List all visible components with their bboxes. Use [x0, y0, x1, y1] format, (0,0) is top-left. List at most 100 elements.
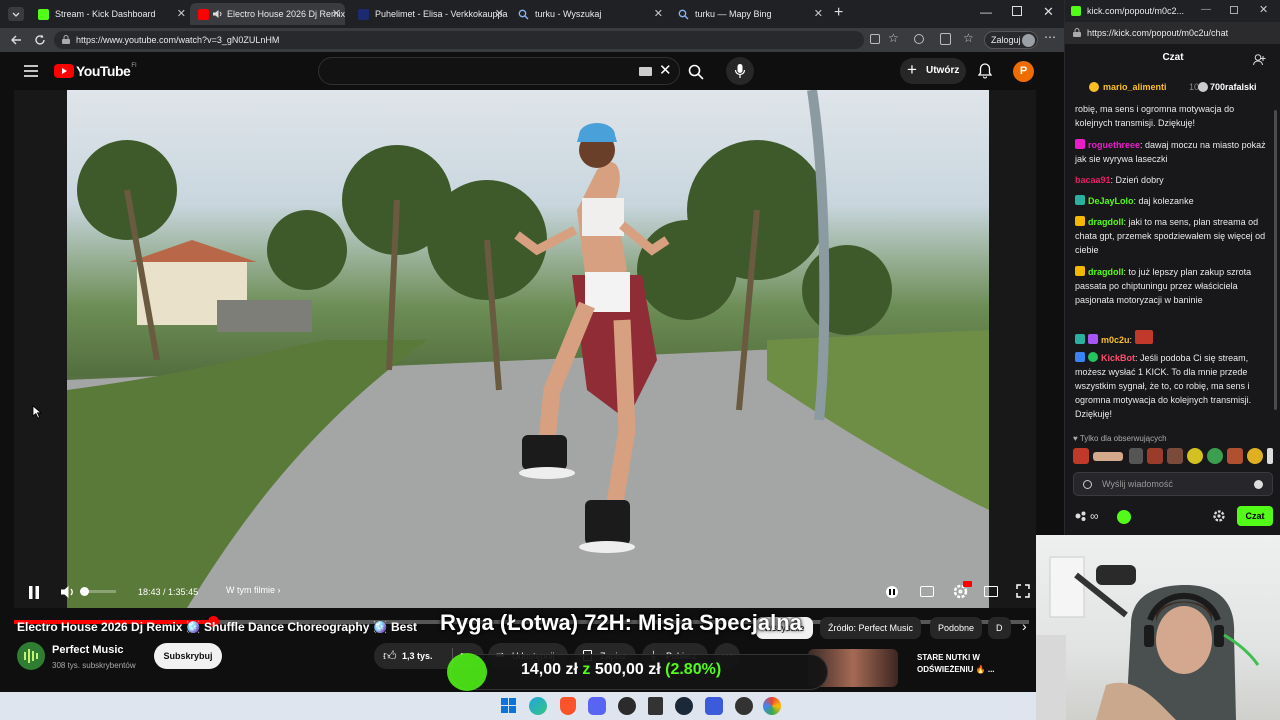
users-icon[interactable] — [1253, 54, 1266, 66]
thumbs-up-icon[interactable]: 👍︎ — [383, 648, 397, 664]
miniplayer-icon[interactable] — [984, 586, 998, 597]
windows-taskbar — [0, 692, 1036, 720]
epic-games-icon[interactable] — [648, 697, 663, 715]
points-icon[interactable] — [1075, 511, 1087, 521]
chat-username[interactable]: dragdoll — [1088, 267, 1124, 277]
window-close-icon[interactable]: ✕ — [1043, 4, 1054, 20]
chevron-right-icon[interactable]: › — [1022, 618, 1027, 634]
tab-elisa[interactable]: Puhelimet - Elisa - Verkkokauppa ✕ — [350, 3, 508, 25]
channel-name[interactable]: Perfect Music — [52, 644, 124, 656]
youtube-logo[interactable]: YouTube FI — [54, 63, 137, 79]
discord-icon[interactable] — [588, 697, 606, 715]
maximize-icon[interactable] — [1012, 6, 1022, 16]
chat-settings-icon[interactable] — [1083, 480, 1092, 489]
tab-kick-dashboard[interactable]: Stream - Kick Dashboard ✕ — [30, 3, 190, 25]
tab-bing-maps[interactable]: turku — Mapy Bing ✕ — [670, 3, 827, 25]
chat-url-field[interactable]: https://kick.com/popout/m0c2u/chat — [1065, 22, 1280, 44]
url-field[interactable]: https://www.youtube.com/watch?v=3_gN0ZUL… — [54, 31, 864, 49]
settings-gear-icon[interactable] — [1212, 509, 1226, 523]
tab-list-button[interactable] — [8, 7, 24, 21]
keyboard-icon[interactable] — [639, 67, 652, 76]
maximize-icon[interactable] — [1230, 6, 1238, 14]
more-menu-icon[interactable]: ⋯ — [1044, 30, 1056, 44]
new-tab-icon[interactable]: + — [834, 4, 843, 22]
split-screen-icon[interactable] — [870, 34, 880, 44]
chat-username[interactable]: m0c2u — [1101, 335, 1130, 345]
chat-scrollbar[interactable] — [1274, 110, 1277, 410]
emote-icon[interactable] — [1267, 448, 1273, 464]
obs-icon[interactable] — [618, 697, 636, 715]
reload-icon[interactable] — [34, 34, 46, 46]
app-icon[interactable] — [735, 697, 753, 715]
close-icon[interactable]: ✕ — [654, 7, 663, 20]
create-button[interactable]: + Utwórz — [900, 58, 966, 84]
fullscreen-icon[interactable] — [1016, 584, 1030, 598]
window-close-icon[interactable]: ✕ — [1259, 3, 1268, 16]
edge-icon[interactable] — [529, 697, 547, 715]
volume-slider-handle[interactable] — [80, 587, 89, 596]
chat-username[interactable]: bacaa91 — [1075, 175, 1111, 185]
youtube-logo-icon — [54, 64, 74, 78]
hamburger-menu-icon[interactable] — [24, 65, 38, 77]
emote-icon[interactable] — [1147, 448, 1163, 464]
search-input[interactable]: ✕ — [318, 57, 680, 85]
followers-only-notice: ♥ Tylko dla obserwujących — [1073, 434, 1167, 443]
emote-icon[interactable] — [1167, 448, 1183, 464]
chat-username[interactable]: roguethreee — [1088, 140, 1140, 150]
collections-icon[interactable] — [940, 33, 951, 45]
recommended-title[interactable]: STARE NUTKI W ODŚWIEŻENIU 🔥 ... — [917, 652, 995, 676]
voice-search-button[interactable] — [726, 57, 754, 85]
emote-icon[interactable] — [1247, 448, 1263, 464]
windows-start-icon[interactable] — [501, 698, 516, 713]
close-icon[interactable]: ✕ — [495, 7, 504, 20]
close-icon[interactable]: ✕ — [332, 7, 341, 20]
like-count[interactable]: 1,3 tys. — [402, 651, 433, 661]
tab-bing-search[interactable]: turku - Wyszukaj ✕ — [510, 3, 667, 25]
minimize-icon[interactable]: — — [1201, 4, 1211, 15]
minimize-icon[interactable]: — — [980, 5, 992, 19]
subscribe-button[interactable]: Subskrybuj — [154, 643, 222, 669]
chrome-icon[interactable] — [763, 697, 781, 715]
chip-source[interactable]: Źródło: Perfect Music — [820, 617, 922, 639]
chapters-button[interactable]: W tym filmie › — [226, 585, 281, 595]
emote-icon[interactable] — [1227, 448, 1243, 464]
chip-similar[interactable]: Podobne — [930, 617, 983, 639]
emote-icon[interactable] — [1129, 448, 1143, 464]
steam-icon[interactable] — [675, 697, 693, 715]
tab-youtube[interactable]: Electro House 2026 Dj Remix ✕ — [190, 3, 345, 25]
kick-token-icon[interactable] — [1117, 510, 1131, 524]
volume-slider[interactable] — [80, 587, 116, 596]
supporter-name[interactable]: 700rafalski — [1210, 82, 1257, 92]
extensions-icon[interactable] — [914, 34, 924, 44]
emote-icon[interactable] — [1187, 448, 1203, 464]
emote-icon[interactable] — [1207, 448, 1223, 464]
account-avatar[interactable]: P — [1013, 61, 1034, 82]
emoji-picker-icon[interactable] — [1254, 480, 1263, 489]
notifications-bell-icon[interactable] — [978, 63, 992, 79]
chat-username[interactable]: KickBot — [1101, 353, 1135, 363]
back-arrow-icon[interactable] — [10, 34, 22, 46]
app-icon[interactable] — [705, 697, 723, 715]
favorites-icon[interactable]: ☆ — [963, 31, 974, 45]
login-button[interactable]: Zaloguj — [984, 31, 1038, 49]
chat-username[interactable]: DeJayLolo — [1088, 196, 1134, 206]
volume-icon[interactable] — [60, 585, 76, 599]
channel-avatar[interactable] — [17, 642, 45, 670]
pause-icon[interactable] — [28, 586, 40, 599]
close-icon[interactable]: ✕ — [177, 7, 186, 20]
autoplay-toggle[interactable] — [886, 586, 898, 598]
emote-icon[interactable] — [1093, 452, 1123, 461]
chat-message-input[interactable]: Wyślij wiadomość — [1073, 472, 1273, 496]
close-icon[interactable]: ✕ — [814, 7, 823, 20]
send-chat-button[interactable]: Czat — [1237, 506, 1273, 526]
clear-search-icon[interactable]: ✕ — [659, 61, 672, 79]
subtitles-icon[interactable] — [920, 586, 934, 597]
video-player[interactable] — [14, 90, 1036, 608]
search-icon[interactable] — [688, 64, 704, 80]
emote-icon[interactable] — [1073, 448, 1089, 464]
chip-more[interactable]: D — [988, 617, 1011, 639]
supporter-name[interactable]: mario_alimenti — [1103, 82, 1167, 92]
brave-icon[interactable] — [560, 697, 576, 715]
favorite-star-icon[interactable]: ☆ — [888, 31, 899, 45]
chat-username[interactable]: dragdoll — [1088, 217, 1124, 227]
